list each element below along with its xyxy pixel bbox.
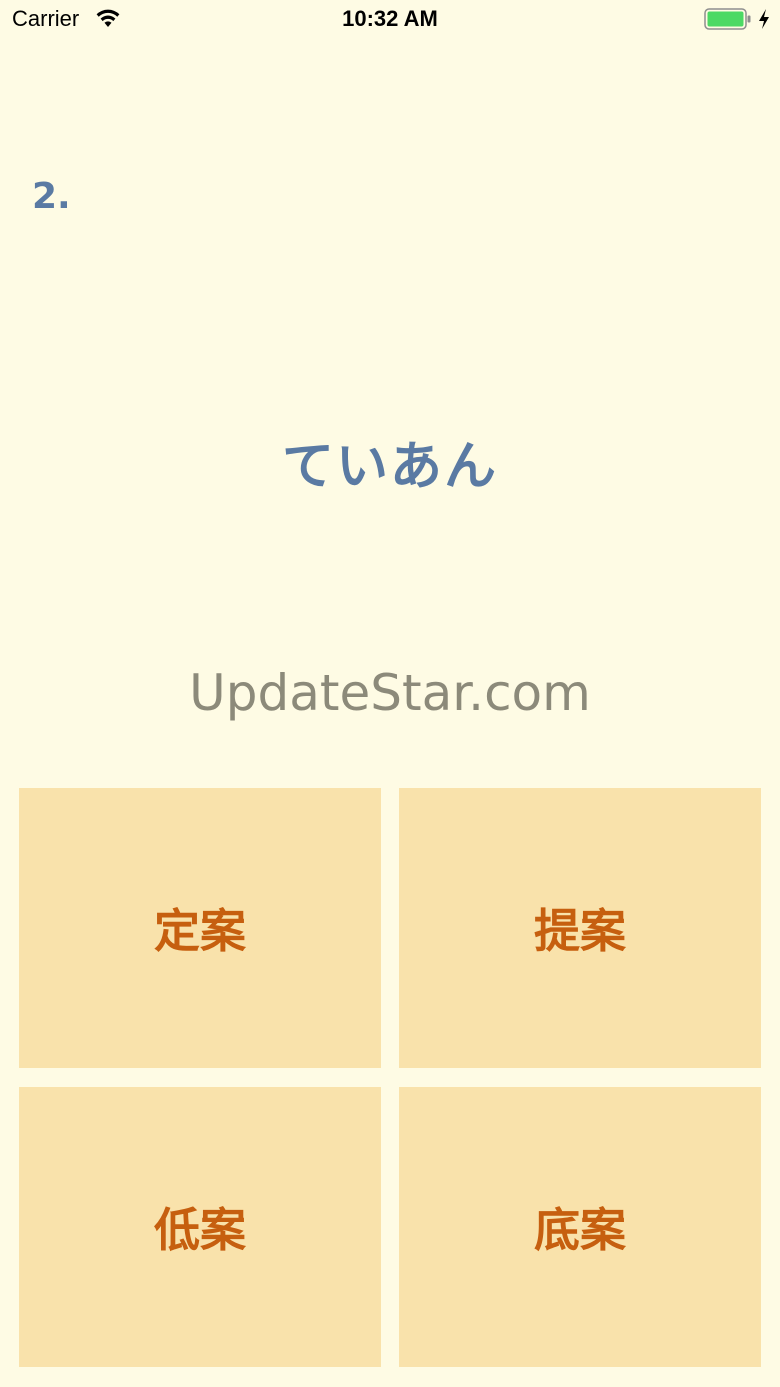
answer-option-2[interactable]: 提案 xyxy=(399,788,761,1068)
status-time: 10:32 AM xyxy=(342,6,438,31)
question-reading: ていあん xyxy=(281,437,498,497)
lightning-bolt-icon xyxy=(759,9,769,29)
answer-option-3[interactable]: 低案 xyxy=(19,1087,381,1367)
answer-option-1[interactable]: 定案 xyxy=(19,788,381,1068)
battery-icon xyxy=(704,8,751,30)
answer-option-4[interactable]: 底案 xyxy=(399,1087,761,1367)
question-number: 2. xyxy=(32,176,71,217)
watermark-text: UpdateStar.com xyxy=(189,664,591,722)
status-bar: Carrier 10:32 AM xyxy=(0,0,780,40)
